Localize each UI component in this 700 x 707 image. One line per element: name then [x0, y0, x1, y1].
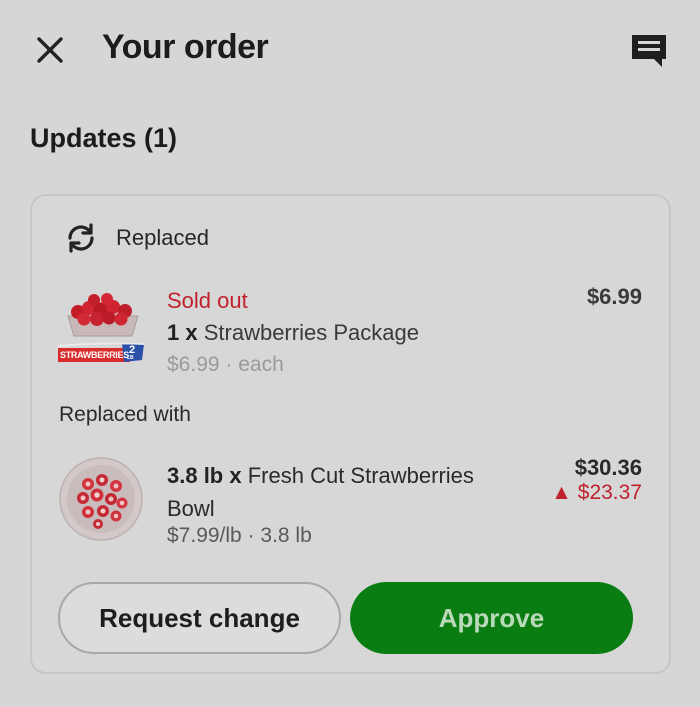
original-qty: 1 x: [167, 320, 198, 345]
replaced-status-label: Replaced: [116, 225, 209, 250]
header: Your order: [0, 0, 700, 100]
replacement-unit-price: $7.99/lb · 3.8 lb: [167, 524, 312, 547]
page-title: Your order: [102, 28, 269, 66]
replacement-card: Replaced STRAWBERRIES 2 LB Sold out 1 x …: [30, 194, 671, 674]
original-item-line: 1 x Strawberries Package: [167, 320, 419, 346]
sold-out-label: Sold out: [167, 288, 248, 313]
price-increase: ▲ $23.37: [551, 481, 642, 504]
package-label: STRAWBERRIES: [60, 350, 129, 360]
chat-icon: [632, 35, 666, 67]
approve-button[interactable]: Approve: [350, 582, 633, 654]
close-icon: [37, 37, 63, 63]
chat-button[interactable]: [628, 30, 670, 72]
replaced-with-heading: Replaced with: [59, 403, 191, 426]
updates-heading: Updates (1): [30, 123, 178, 153]
replacement-price: $30.36: [574, 455, 642, 480]
original-item-name: Strawberries Package: [203, 320, 419, 345]
original-price: $6.99: [586, 284, 642, 309]
request-change-button[interactable]: Request change: [58, 582, 341, 654]
strawberries-bowl-image: [58, 456, 144, 542]
package-size-unit: LB: [127, 355, 134, 361]
close-button[interactable]: [30, 30, 70, 70]
replacement-qty: 3.8 lb x: [167, 463, 242, 488]
original-unit-price: $6.99 · each: [167, 353, 284, 376]
strawberries-package-image: STRAWBERRIES 2 LB: [57, 288, 148, 378]
refresh-icon: [68, 223, 94, 253]
replaced-status: Replaced: [64, 220, 209, 256]
replacement-item-line: 3.8 lb x Fresh Cut Strawberries Bowl: [167, 459, 517, 525]
